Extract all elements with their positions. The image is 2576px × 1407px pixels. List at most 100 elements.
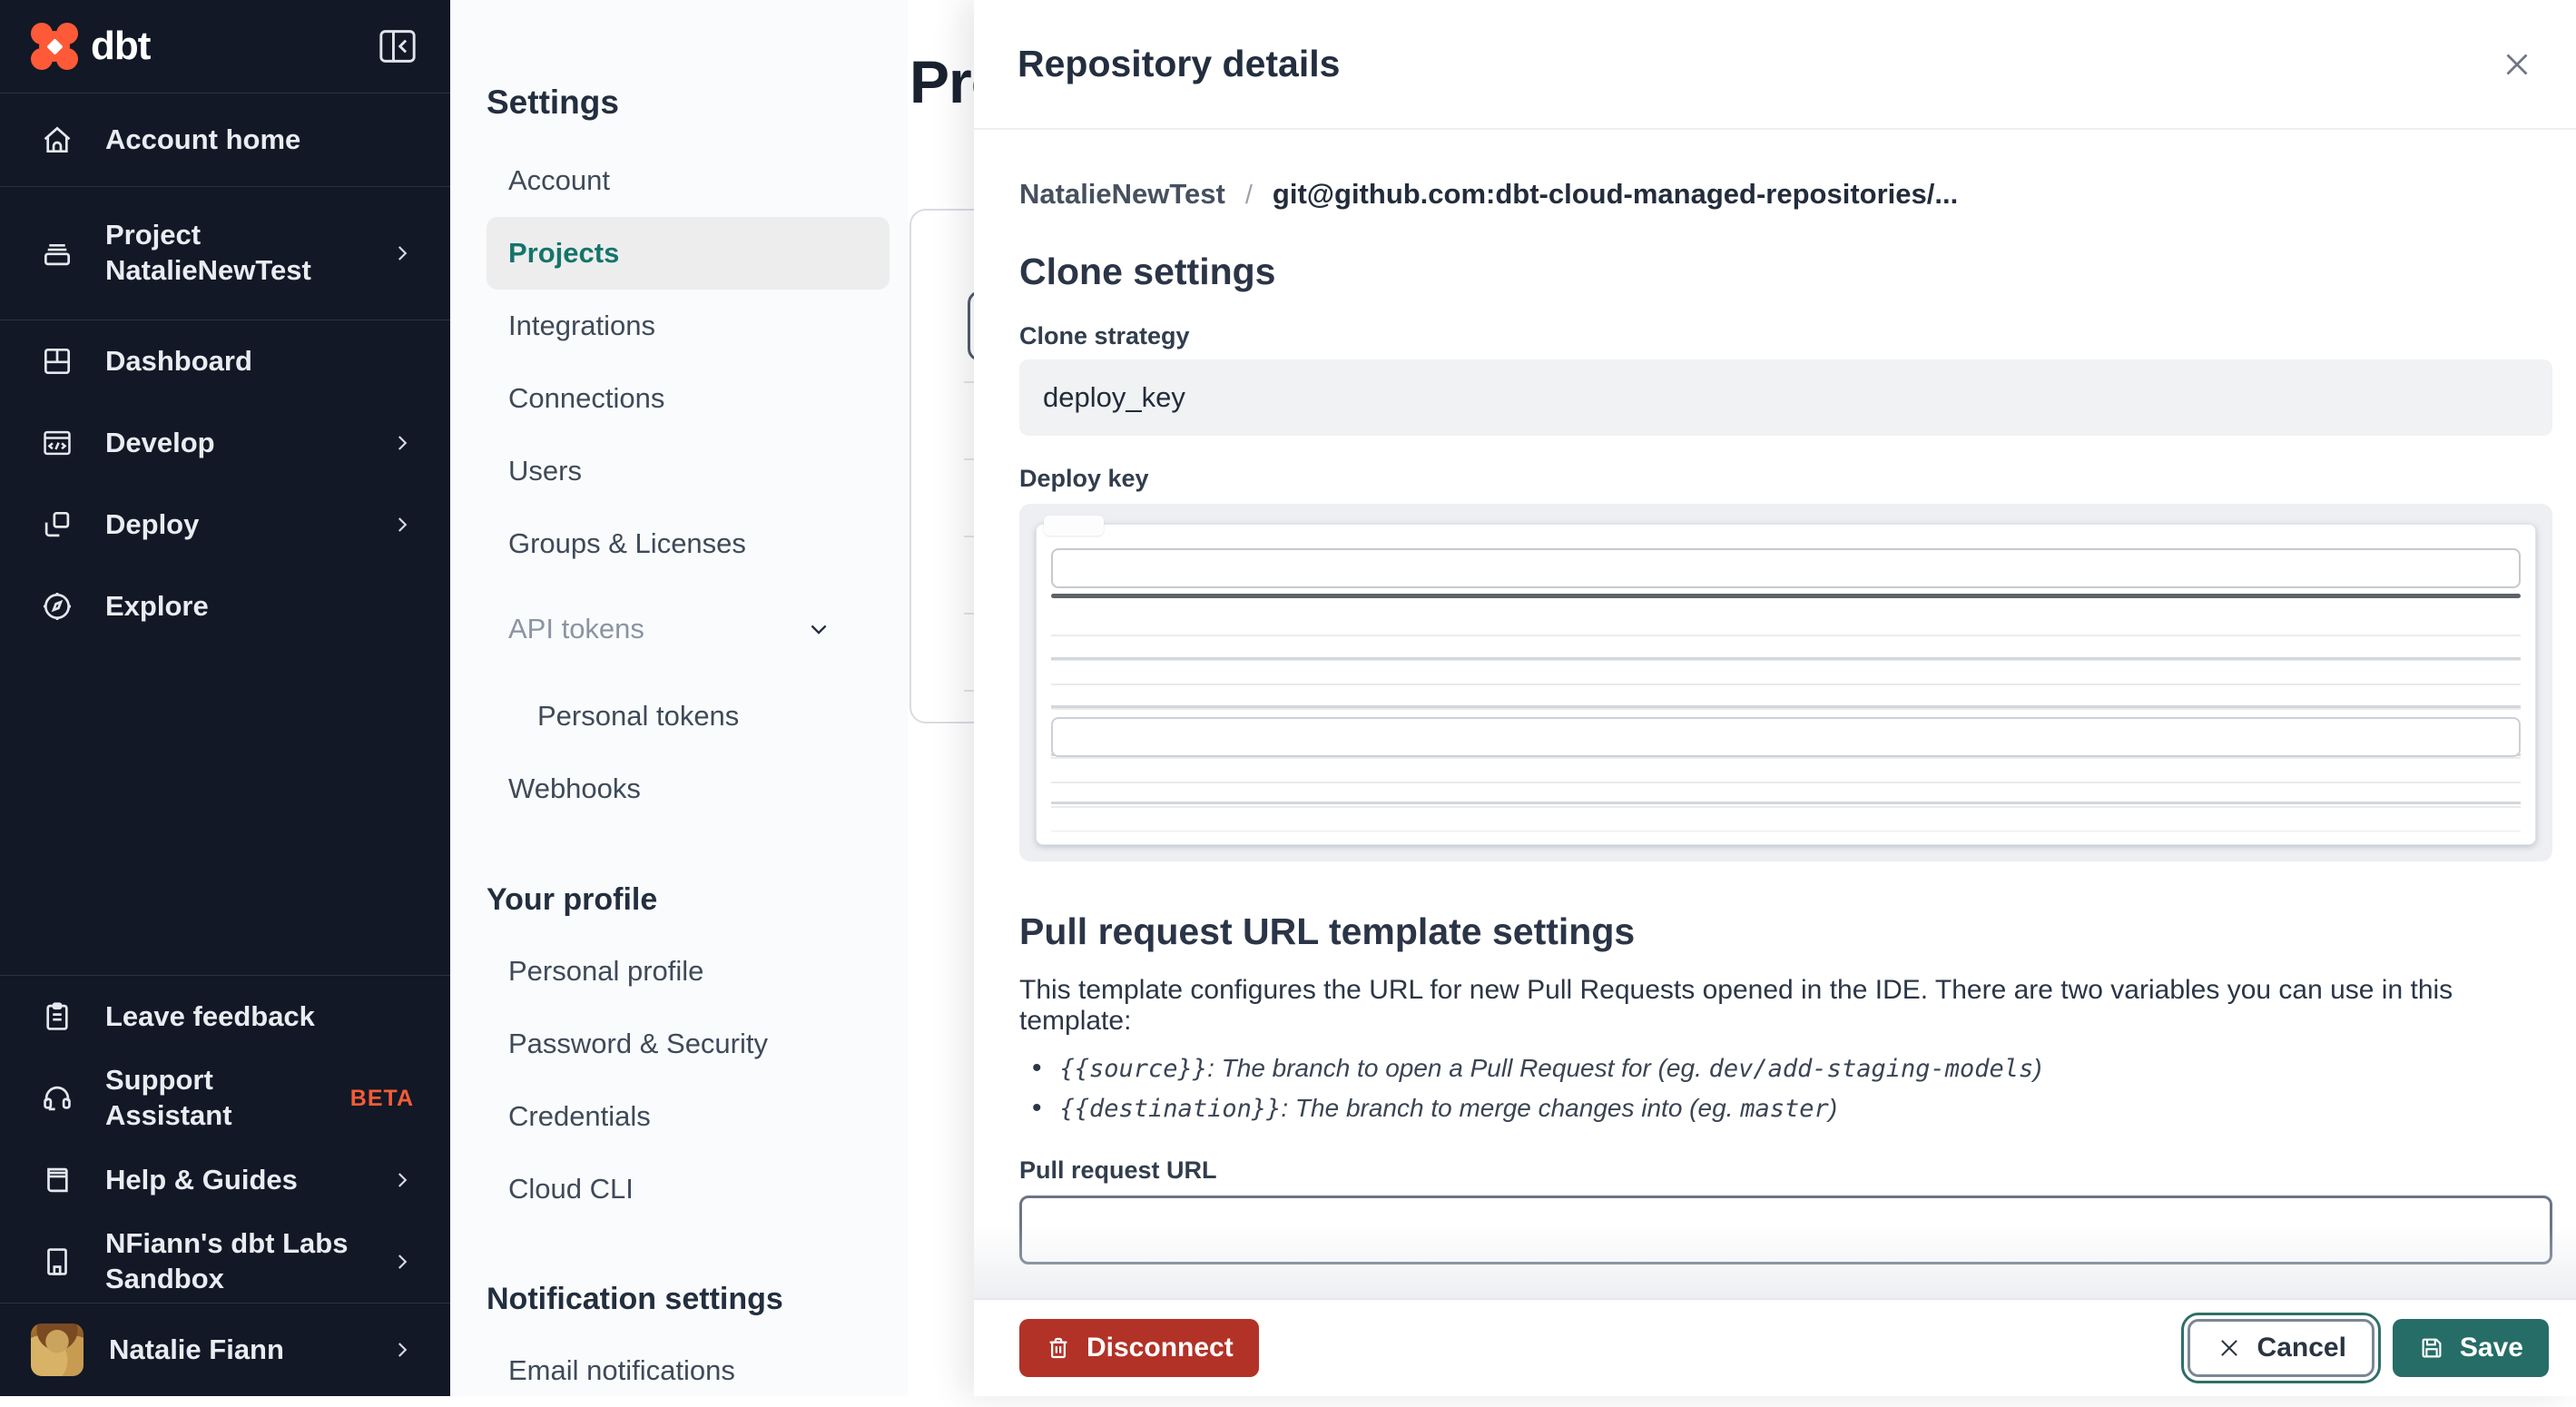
settings-item-account[interactable]: Account <box>487 144 890 217</box>
sidebar-item-develop[interactable]: Develop <box>0 402 450 484</box>
chevron-right-icon <box>390 1250 414 1274</box>
sidebar-item-label: Project NatalieNewTest <box>105 218 311 289</box>
panel-body: NatalieNewTest / git@github.com:dbt-clou… <box>974 130 2576 1298</box>
close-icon <box>2216 1334 2243 1362</box>
disconnect-button[interactable]: Disconnect <box>1019 1319 1259 1377</box>
building-icon <box>40 1245 74 1279</box>
sidebar-item-sandbox-account[interactable]: NFiann's dbt Labs Sandbox <box>0 1221 450 1303</box>
sidebar-user-menu[interactable]: Natalie Fiann <box>0 1303 450 1396</box>
sidebar-item-label: Develop <box>105 426 215 461</box>
pr-variable-destination: • {{destination}}: The branch to merge c… <box>1019 1093 2552 1124</box>
close-panel-button[interactable] <box>2492 40 2542 89</box>
sidebar-item-leave-feedback[interactable]: Leave feedback <box>0 976 450 1058</box>
home-icon <box>40 123 74 157</box>
pull-request-url-label: Pull request URL <box>1019 1156 2552 1185</box>
sidebar-item-explore[interactable]: Explore <box>0 566 450 647</box>
deploy-icon <box>40 507 74 542</box>
chevron-right-icon <box>390 431 414 455</box>
settings-item-integrations[interactable]: Integrations <box>487 290 890 362</box>
close-icon <box>2501 48 2533 81</box>
sidebar-item-account-home[interactable]: Account home <box>0 93 450 187</box>
sidebar-item-dashboard[interactable]: Dashboard <box>0 320 450 402</box>
sidebar-item-label: NFiann's dbt Labs Sandbox <box>105 1226 359 1297</box>
sidebar-spacer <box>0 647 450 975</box>
settings-item-cloud-cli[interactable]: Cloud CLI <box>487 1153 890 1225</box>
sidebar-item-label: Leave feedback <box>105 999 315 1035</box>
pr-template-heading: Pull request URL template settings <box>1019 910 2552 953</box>
settings-item-email-notifications[interactable]: Email notifications <box>487 1334 890 1407</box>
user-avatar <box>31 1323 84 1376</box>
beta-badge: BETA <box>350 1086 414 1112</box>
book-icon <box>40 1163 74 1197</box>
settings-item-credentials[interactable]: Credentials <box>487 1080 890 1153</box>
save-disk-icon <box>2418 1334 2445 1362</box>
settings-heading: Settings <box>487 84 890 123</box>
breadcrumb: NatalieNewTest / git@github.com:dbt-clou… <box>1019 178 2552 211</box>
settings-item-password-security[interactable]: Password & Security <box>487 1008 890 1080</box>
settings-item-webhooks[interactable]: Webhooks <box>487 753 890 825</box>
deploy-key-redacted-row <box>1051 548 2521 588</box>
sidebar-item-help-guides[interactable]: Help & Guides <box>0 1139 450 1221</box>
explore-compass-icon <box>40 589 74 624</box>
pr-variable-source: • {{source}}: The branch to open a Pull … <box>1019 1053 2552 1084</box>
sidebar-item-label: Support Assistant <box>105 1063 305 1134</box>
sidebar-item-label: Deploy <box>105 507 199 543</box>
trash-icon <box>1045 1334 1072 1362</box>
notification-settings-heading: Notification settings <box>487 1282 890 1322</box>
chevron-right-icon <box>390 241 414 265</box>
sidebar-item-label: Dashboard <box>105 344 252 379</box>
sidebar-item-deploy[interactable]: Deploy <box>0 484 450 566</box>
deploy-key-redaction-artifact <box>1044 516 1104 536</box>
settings-item-personal-tokens[interactable]: Personal tokens <box>487 680 890 753</box>
disconnect-label: Disconnect <box>1086 1333 1234 1363</box>
settings-item-connections[interactable]: Connections <box>487 362 890 435</box>
sidebar-item-project[interactable]: Project NatalieNewTest <box>0 187 450 320</box>
chevron-down-icon <box>806 616 831 642</box>
user-name: Natalie Fiann <box>109 1333 284 1366</box>
breadcrumb-repo-url: git@github.com:dbt-cloud-managed-reposit… <box>1273 178 1958 211</box>
footer-action-group: Cancel Save <box>2188 1319 2549 1377</box>
headset-icon <box>40 1081 74 1116</box>
settings-item-api-tokens[interactable]: API tokens <box>487 593 890 665</box>
bullet-dot: • <box>1032 1053 1042 1084</box>
sidebar-bottom-section: Leave feedback Support Assistant BETA He… <box>0 975 450 1303</box>
settings-item-users[interactable]: Users <box>487 435 890 507</box>
cancel-label: Cancel <box>2257 1333 2346 1363</box>
your-profile-heading: Your profile <box>487 882 890 922</box>
sidebar-item-support-assistant[interactable]: Support Assistant BETA <box>0 1058 450 1139</box>
clone-strategy-label: Clone strategy <box>1019 322 2552 350</box>
dashboard-icon <box>40 344 74 379</box>
sidebar: dbt Account home Project NatalieNewTest … <box>0 0 450 1396</box>
chevron-right-icon <box>390 513 414 536</box>
deploy-key-redacted-row <box>1051 717 2521 757</box>
clone-strategy-value[interactable]: deploy_key <box>1019 359 2552 436</box>
settings-item-groups-licenses[interactable]: Groups & Licenses <box>487 507 890 580</box>
dbt-logo-text: dbt <box>91 24 150 69</box>
panel-header: Repository details <box>974 0 2576 130</box>
pull-request-url-input[interactable] <box>1019 1195 2552 1264</box>
chevron-right-icon <box>390 1168 414 1192</box>
settings-item-personal-profile[interactable]: Personal profile <box>487 935 890 1008</box>
panel-footer: Disconnect Cancel Save <box>974 1298 2576 1396</box>
sidebar-item-label: Account home <box>105 123 300 158</box>
deploy-key-label: Deploy key <box>1019 465 2552 493</box>
settings-nav: Settings Account Projects Integrations C… <box>450 0 908 1396</box>
save-label: Save <box>2460 1333 2523 1363</box>
settings-item-label: API tokens <box>508 613 644 644</box>
project-stack-icon <box>40 236 74 271</box>
bullet-dot: • <box>1032 1093 1042 1124</box>
panel-title: Repository details <box>1018 43 1340 85</box>
chevron-right-icon <box>390 1338 414 1362</box>
save-button[interactable]: Save <box>2393 1319 2549 1377</box>
breadcrumb-separator: / <box>1245 181 1253 211</box>
deploy-key-field[interactable] <box>1019 504 2552 861</box>
deploy-key-redacted-line <box>1051 594 2521 598</box>
sidebar-item-label: Help & Guides <box>105 1163 298 1198</box>
clone-settings-heading: Clone settings <box>1019 251 2552 293</box>
settings-item-projects[interactable]: Projects <box>487 217 890 290</box>
develop-code-icon <box>40 426 74 460</box>
cancel-button[interactable]: Cancel <box>2188 1319 2374 1377</box>
collapse-sidebar-button[interactable] <box>372 25 423 68</box>
collapse-sidebar-icon <box>378 28 418 64</box>
clipboard-icon <box>40 999 74 1034</box>
